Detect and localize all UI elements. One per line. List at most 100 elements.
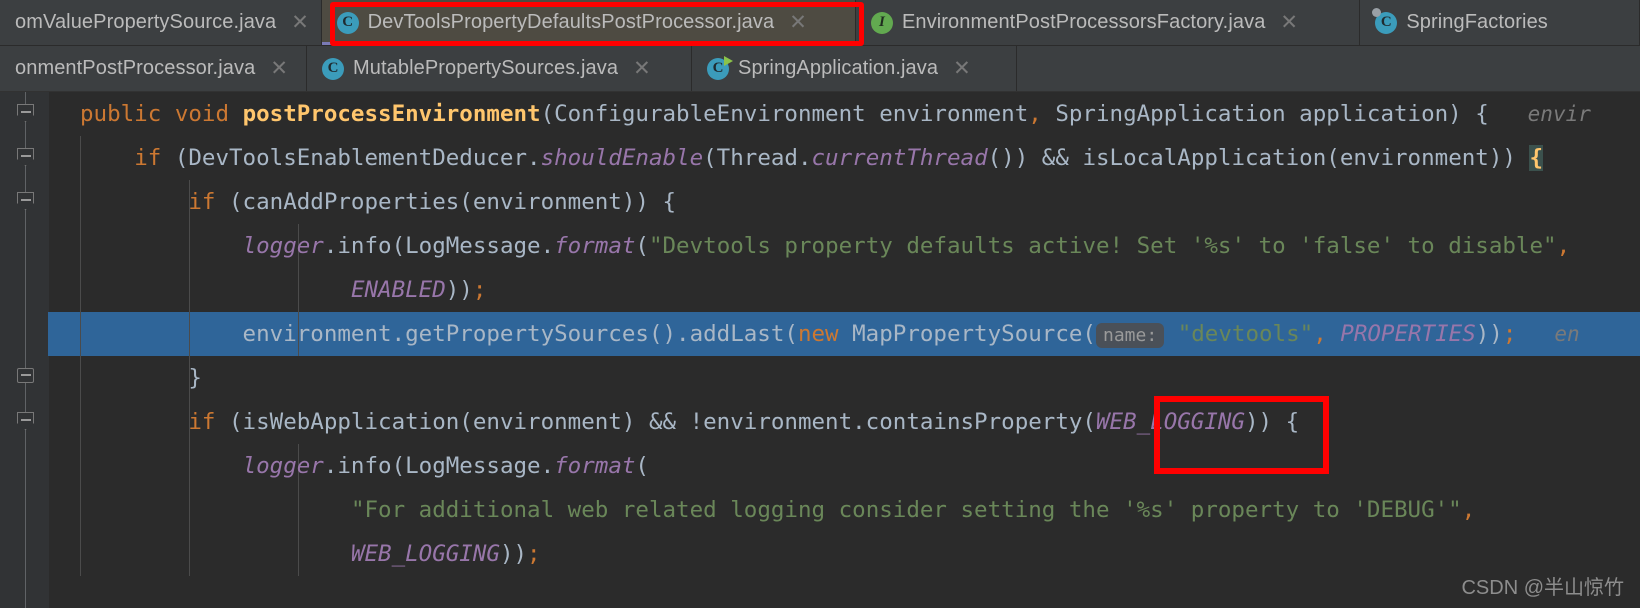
code-line[interactable]: } [48, 356, 1640, 400]
code-token: format [554, 453, 636, 479]
code-token: ; [1502, 321, 1517, 347]
code-content[interactable]: public void postProcessEnvironment(Confi… [48, 92, 1640, 608]
code-line[interactable]: public void postProcessEnvironment(Confi… [48, 92, 1640, 136]
editor-tab-label: EnvironmentPostProcessorsFactory.java [901, 11, 1266, 33]
code-token: format [554, 233, 636, 259]
code-token: )) [445, 277, 473, 303]
editor-tab-label: SpringApplication.java [738, 57, 939, 79]
code-token: )) [1475, 321, 1503, 347]
code-token: en [1516, 322, 1580, 346]
code-token: ENABLED [350, 277, 446, 303]
code-token: PROPERTIES [1340, 321, 1476, 347]
code-token: )) [499, 541, 528, 567]
code-token: , [1028, 101, 1042, 127]
close-icon[interactable]: ✕ [789, 12, 807, 33]
code-line[interactable]: if (isWebApplication(environment) && !en… [48, 400, 1640, 444]
code-token: , [1461, 497, 1476, 523]
editor-tab[interactable]: onmentPostProcessor.java ✕ [0, 46, 307, 91]
close-icon[interactable]: ✕ [270, 58, 288, 79]
code-token: envir [1502, 102, 1591, 126]
fold-shape [17, 104, 34, 122]
csdn-watermark: CSDN @半山惊竹 [1461, 577, 1624, 599]
code-line-text: environment.getPropertySources().addLast… [48, 321, 1580, 348]
code-token: public [80, 101, 175, 127]
code-line[interactable]: "For additional web related logging cons… [48, 488, 1640, 532]
code-token: .info(LogMessage. [323, 233, 555, 259]
code-token: MapPropertySource( [838, 321, 1096, 347]
editor-tab[interactable]: C MutablePropertySources.java ✕ [307, 46, 692, 91]
code-token: WEB_LOGGING [350, 541, 500, 567]
editor-tab[interactable]: I EnvironmentPostProcessorsFactory.java ✕ [855, 0, 1361, 45]
code-token: "Devtools property defaults active! Set … [648, 233, 1557, 259]
close-icon[interactable]: ✕ [953, 58, 971, 79]
fold-gutter-line [25, 92, 26, 608]
code-line-text: if (canAddProperties(environment)) { [48, 189, 676, 215]
code-token: SpringApplication application) { [1041, 101, 1503, 127]
code-token: )) { [1244, 409, 1300, 435]
code-token: , [1313, 321, 1327, 347]
code-line-text: logger.info(LogMessage.format( [48, 453, 649, 479]
code-token: environment.getPropertySources().addLast… [80, 321, 798, 347]
code-token: currentThread [811, 145, 988, 171]
editor-tab[interactable]: C SpringApplication.java ✕ [692, 46, 1017, 91]
fold-marker-if-1[interactable] [17, 148, 34, 166]
close-icon[interactable]: ✕ [633, 58, 651, 79]
editor-tab-bar-row-1: omValuePropertySource.java ✕ C DevToolsProp… [0, 0, 1640, 46]
code-line[interactable]: if (DevToolsEnablementDeducer.shouldEnab… [48, 136, 1640, 180]
fold-marker-if-4[interactable] [17, 412, 34, 430]
code-line-text: ENABLED)); [48, 277, 486, 303]
fold-marker-if-3[interactable] [17, 368, 34, 386]
close-icon[interactable]: ✕ [291, 12, 309, 33]
minus-icon [20, 419, 31, 421]
editor-tab-bar-row-2: onmentPostProcessor.java ✕ C MutablePropert… [0, 46, 1640, 92]
code-line[interactable]: if (canAddProperties(environment)) { [48, 180, 1640, 224]
code-token: (Thread. [703, 145, 812, 171]
code-token: postProcessEnvironment [242, 101, 541, 127]
java-class-runnable-icon: C [707, 55, 733, 80]
code-token: ( [635, 453, 649, 479]
code-line-text: if (isWebApplication(environment) && !en… [48, 409, 1299, 435]
java-class-icon: C [322, 57, 344, 80]
editor-tab-label: onmentPostProcessor.java [15, 57, 256, 79]
code-line-text: } [48, 365, 202, 391]
code-line-text: if (DevToolsEnablementDeducer.shouldEnab… [48, 145, 1544, 171]
code-token: (isWebApplication(environment) && !envir… [215, 409, 1096, 435]
code-editor[interactable]: public void postProcessEnvironment(Confi… [0, 92, 1640, 608]
minus-icon [20, 155, 31, 157]
code-line[interactable]: ENABLED)); [48, 268, 1640, 312]
fold-marker-if-2[interactable] [17, 192, 34, 210]
code-token: new [797, 321, 839, 347]
java-class-icon: C [336, 11, 359, 34]
code-line[interactable]: logger.info(LogMessage.format("Devtools … [48, 224, 1640, 268]
code-line[interactable]: logger.info(LogMessage.format( [48, 444, 1640, 488]
code-token: "devtools" [1177, 321, 1314, 347]
code-token: ()) && isLocalApplication(environment)) [987, 145, 1530, 171]
code-token: ( [635, 233, 649, 259]
code-token: "For additional web related logging cons… [350, 497, 1462, 523]
code-line-selected[interactable]: environment.getPropertySources().addLast… [48, 312, 1640, 356]
code-line[interactable]: WEB_LOGGING)); [48, 532, 1640, 576]
editor-tab[interactable]: omValuePropertySource.java ✕ [0, 0, 322, 45]
editor-tab[interactable]: C SpringFactories [1360, 0, 1640, 45]
fold-marker-method[interactable] [17, 104, 34, 122]
editor-gutter[interactable] [0, 92, 49, 608]
minus-icon [20, 199, 31, 201]
fold-shape [17, 148, 34, 166]
editor-tab-label: DevToolsPropertyDefaultsPostProcessor.ja… [367, 11, 775, 33]
code-token: (DevToolsEnablementDeducer. [161, 145, 541, 171]
java-interface-icon: I [870, 11, 893, 34]
code-line-text: "For additional web related logging cons… [48, 497, 1475, 523]
minus-icon [20, 111, 31, 113]
editor-tab[interactable]: C DevToolsPropertyDefaultsPostProcessor.j… [321, 0, 856, 45]
code-token: if [134, 145, 162, 171]
close-icon[interactable]: ✕ [1280, 12, 1298, 33]
code-token: ; [527, 541, 541, 567]
code-token: if [188, 189, 216, 215]
minus-icon [20, 374, 31, 376]
